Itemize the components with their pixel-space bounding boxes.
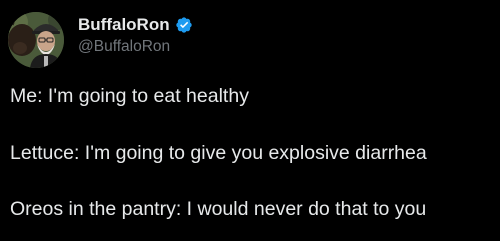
avatar[interactable] (8, 12, 64, 68)
tweet-card: BuffaloRon @BuffaloRon Me: I'm going to … (0, 0, 500, 241)
author-name-row: BuffaloRon (78, 15, 193, 35)
author-handle[interactable]: @BuffaloRon (78, 38, 170, 56)
avatar-photo-icon (8, 12, 64, 68)
tweet-text-line: Me: I'm going to eat healthy (10, 85, 249, 107)
verified-badge-icon (175, 16, 193, 34)
tweet-text-line: Lettuce: I'm going to give you explosive… (10, 142, 427, 164)
author-display-name[interactable]: BuffaloRon (78, 15, 170, 35)
tweet-text-line: Oreos in the pantry: I would never do th… (10, 198, 427, 220)
